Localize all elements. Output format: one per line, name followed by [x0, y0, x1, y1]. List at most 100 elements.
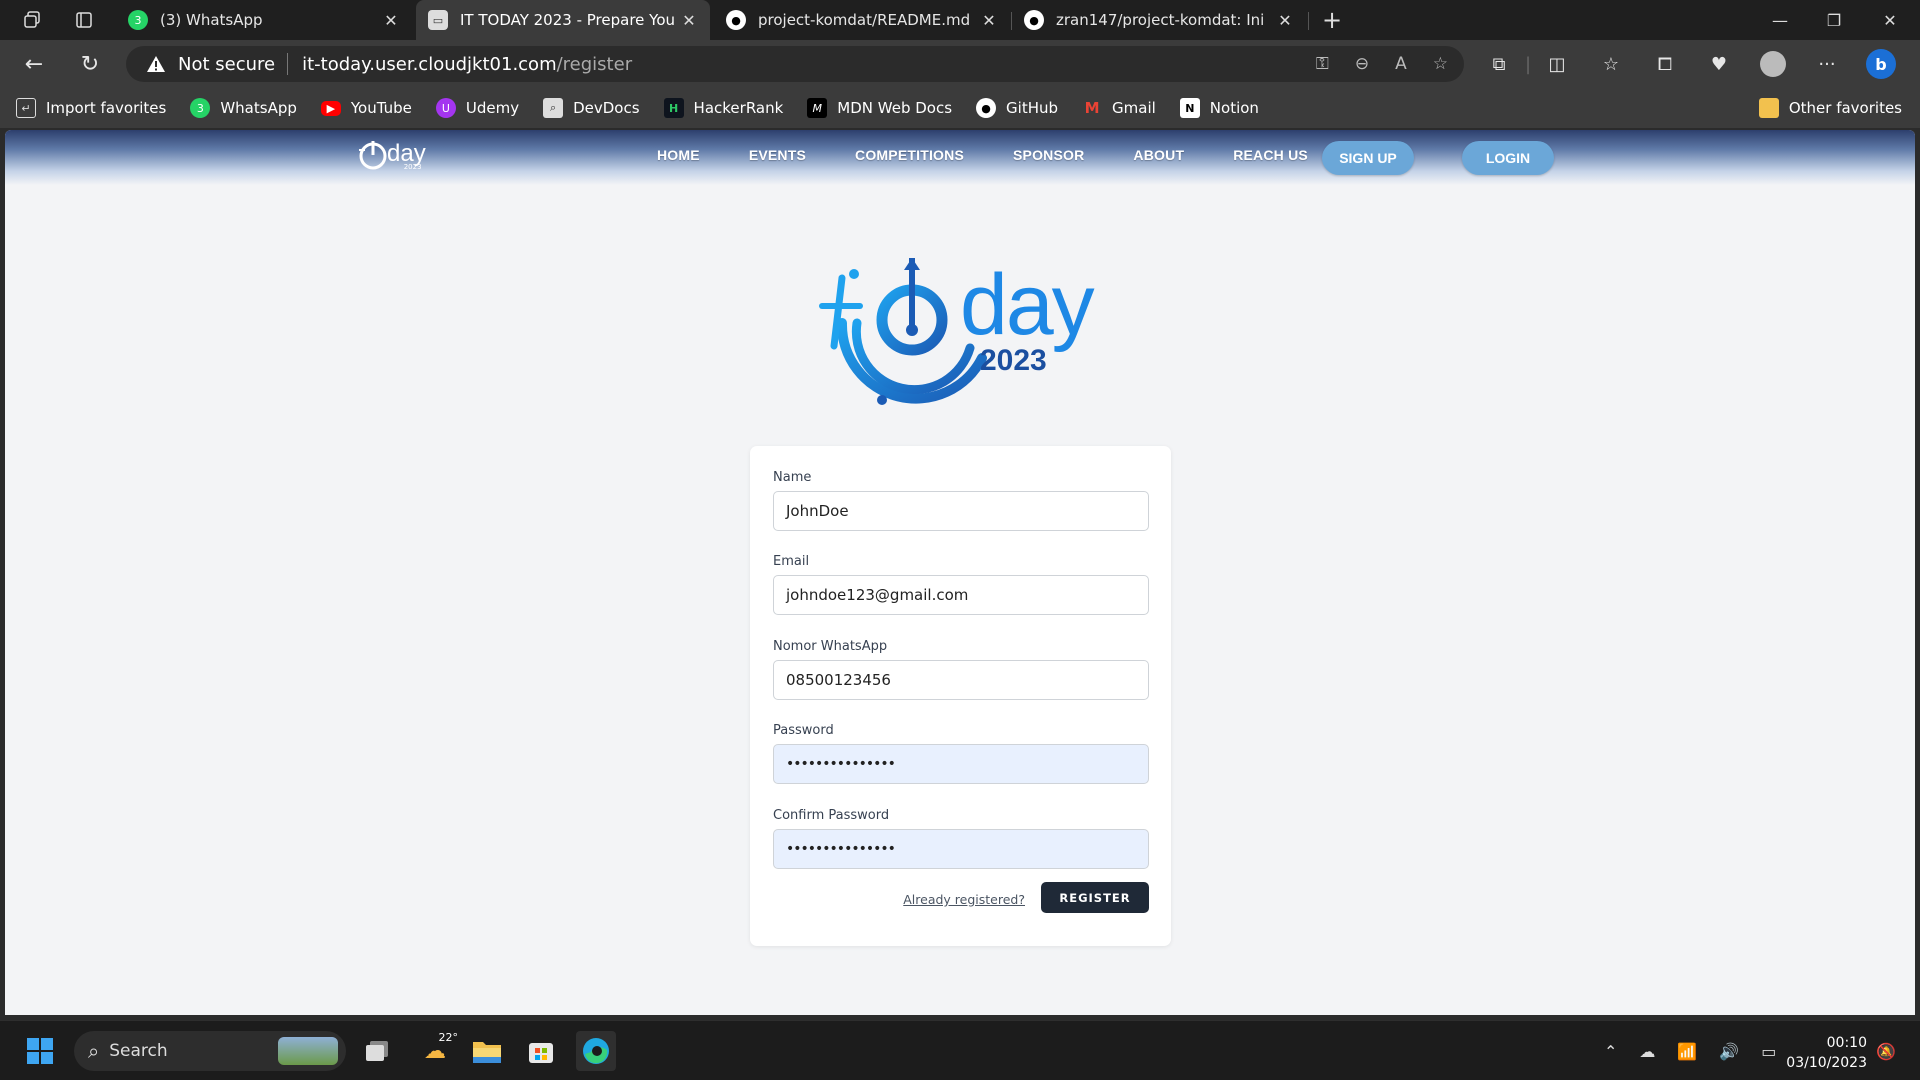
notifications-icon[interactable]: 🔕	[1876, 1021, 1896, 1080]
favorite-mdn[interactable]: M MDN Web Docs	[807, 98, 952, 118]
security-label[interactable]: Not secure	[178, 54, 275, 75]
taskbar-search[interactable]: ⌕ Search	[74, 1031, 346, 1071]
split-screen-icon[interactable]: ◫	[1530, 48, 1584, 80]
favorite-label: DevDocs	[573, 99, 640, 117]
favorite-gmail[interactable]: M Gmail	[1082, 98, 1156, 118]
nav-about[interactable]: ABOUT	[1133, 147, 1184, 163]
nav-sponsor[interactable]: SPONSOR	[1013, 147, 1084, 163]
site-logo[interactable]: day 2023	[353, 138, 426, 174]
minimize-icon[interactable]: —	[1752, 0, 1808, 40]
divider	[287, 53, 289, 75]
favorite-star-icon[interactable]: ☆	[1433, 54, 1448, 74]
favorite-notion[interactable]: N Notion	[1179, 98, 1259, 118]
close-tab-icon[interactable]: ✕	[980, 11, 998, 30]
refresh-icon[interactable]: ↻	[74, 48, 106, 80]
register-button[interactable]: REGISTER	[1041, 882, 1149, 913]
whatsapp-label: Nomor WhatsApp	[773, 639, 888, 654]
tab-divider	[1308, 12, 1309, 30]
site-navbar: day 2023 HOME EVENTS COMPETITIONS SPONSO…	[5, 130, 1915, 185]
favorite-label: GitHub	[1006, 99, 1059, 117]
devdocs-icon: ⌕	[543, 98, 564, 118]
address-bar[interactable]: Not secure it-today.user.cloudjkt01.com /…	[126, 46, 1464, 82]
login-button[interactable]: LOGIN	[1462, 141, 1554, 175]
tab-github-repo[interactable]: ● zran147/project-komdat: Ini adalah ✕	[1012, 0, 1306, 40]
page-viewport: day 2023 HOME EVENTS COMPETITIONS SPONSO…	[5, 130, 1915, 1015]
email-input[interactable]: johndoe123@gmail.com	[773, 575, 1149, 615]
clock-time: 00:10	[1826, 1035, 1867, 1051]
more-icon[interactable]: ···	[1800, 48, 1854, 80]
volume-icon[interactable]: 🔊	[1719, 1042, 1739, 1061]
chevron-up-icon[interactable]: ⌃	[1604, 1042, 1617, 1061]
mdn-icon: M	[807, 98, 828, 118]
bing-copilot-icon[interactable]: b	[1854, 48, 1908, 80]
clock[interactable]: 00:10 03/10/2023	[1786, 1033, 1867, 1073]
favorite-devdocs[interactable]: ⌕ DevDocs	[543, 98, 640, 118]
favorite-label: MDN Web Docs	[837, 99, 953, 117]
tab-github-readme[interactable]: ● project-komdat/README.md at main ✕	[714, 0, 1010, 40]
nav-links: HOME EVENTS COMPETITIONS SPONSOR ABOUT R…	[657, 130, 1357, 180]
favorite-label: Gmail	[1112, 99, 1156, 117]
new-tab-button[interactable]: +	[1320, 6, 1344, 34]
whatsapp-icon: 3	[190, 98, 211, 118]
favorites-icon[interactable]: ☆	[1584, 48, 1638, 80]
favorite-label: HackerRank	[693, 99, 784, 117]
password-input[interactable]: •••••••••••••••	[773, 744, 1149, 784]
signup-button[interactable]: SIGN UP	[1322, 141, 1414, 175]
task-view-icon[interactable]	[357, 1031, 397, 1071]
warning-icon	[146, 55, 166, 73]
nav-home[interactable]: HOME	[657, 147, 700, 163]
favorite-github[interactable]: ● GitHub	[976, 98, 1058, 118]
browser-essentials-icon[interactable]: ♥	[1692, 48, 1746, 80]
collections-icon[interactable]: ⧠	[1638, 48, 1692, 80]
close-window-icon[interactable]: ✕	[1862, 0, 1918, 40]
close-tab-icon[interactable]: ✕	[1276, 11, 1294, 30]
taskbar: ⌕ Search ☁ 22° ⌃ ☁ 📶 🔊 ▭ 00:10 03/10/202…	[0, 1020, 1920, 1080]
address-bar-actions: ⚿ ⊖ A ☆	[1316, 46, 1448, 82]
gmail-icon: M	[1084, 99, 1100, 117]
close-tab-icon[interactable]: ✕	[382, 11, 400, 30]
password-label: Password	[773, 723, 834, 738]
extensions-icon[interactable]: ⧉	[1472, 48, 1526, 80]
confirm-password-input[interactable]: •••••••••••••••	[773, 829, 1149, 869]
hero-logo-year: 2023	[980, 344, 1047, 377]
nav-events[interactable]: EVENTS	[749, 147, 806, 163]
favorite-hackerrank[interactable]: H HackerRank	[663, 98, 784, 118]
microsoft-store-icon[interactable]	[521, 1031, 561, 1071]
favorites-bar: ↵ Import favorites 3 WhatsApp ▶ YouTube …	[0, 88, 1920, 128]
windows-start-icon[interactable]	[20, 1031, 60, 1071]
site-logo-year: 2023	[403, 163, 422, 171]
close-tab-icon[interactable]: ✕	[680, 11, 698, 30]
tab-it-today[interactable]: ▭ IT TODAY 2023 - Prepare Yourself ✕	[416, 0, 710, 40]
back-icon[interactable]: ←	[18, 48, 50, 80]
tab-title: project-komdat/README.md at main	[758, 11, 974, 29]
file-explorer-icon[interactable]	[467, 1031, 507, 1071]
battery-icon[interactable]: ▭	[1761, 1042, 1776, 1061]
wifi-icon[interactable]: 📶	[1677, 1042, 1697, 1061]
profile-avatar-icon[interactable]	[1746, 48, 1800, 80]
other-favorites[interactable]: Other favorites	[1758, 98, 1902, 118]
nav-competitions[interactable]: COMPETITIONS	[855, 147, 964, 163]
weather-widget[interactable]: ☁ 22°	[412, 1031, 458, 1071]
favorite-import[interactable]: ↵ Import favorites	[16, 98, 166, 118]
tab-title: zran147/project-komdat: Ini adalah	[1056, 11, 1270, 29]
tab-title: (3) WhatsApp	[160, 11, 263, 29]
favorite-whatsapp[interactable]: 3 WhatsApp	[190, 98, 297, 118]
already-registered-link[interactable]: Already registered?	[903, 892, 1025, 907]
favorite-youtube[interactable]: ▶ YouTube	[320, 99, 412, 117]
nav-reach-us[interactable]: REACH US	[1233, 147, 1308, 163]
workspaces-icon[interactable]	[20, 8, 44, 32]
tab-whatsapp[interactable]: 3 (3) WhatsApp ✕	[116, 0, 412, 40]
read-aloud-icon[interactable]: A	[1395, 54, 1407, 74]
favorite-label: Import favorites	[46, 99, 167, 117]
site-favicon-icon: ▭	[428, 10, 448, 30]
favorite-udemy[interactable]: U Udemy	[435, 98, 519, 118]
whatsapp-input[interactable]: 08500123456	[773, 660, 1149, 700]
onedrive-icon[interactable]: ☁	[1639, 1042, 1655, 1061]
key-icon[interactable]: ⚿	[1316, 54, 1329, 74]
hero-logo-text: day	[960, 257, 1095, 353]
name-input[interactable]: JohnDoe	[773, 491, 1149, 531]
zoom-icon[interactable]: ⊖	[1355, 54, 1369, 74]
edge-browser-icon[interactable]	[576, 1031, 616, 1071]
tab-actions-icon[interactable]	[72, 8, 96, 32]
restore-icon[interactable]: ❐	[1806, 0, 1862, 40]
